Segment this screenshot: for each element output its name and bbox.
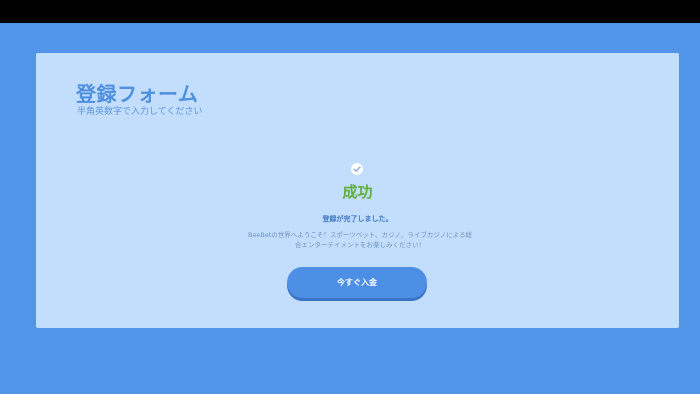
registration-complete-message: 登録が完了しました。 bbox=[322, 215, 393, 223]
success-status: 成功 bbox=[342, 183, 373, 201]
top-black-bar bbox=[0, 0, 700, 23]
form-subtitle: 半角英数字で入力してください bbox=[77, 107, 203, 117]
registration-card: 登録フォーム 半角英数字で入力してください 成功 登録が完了しました。 BeeB… bbox=[36, 53, 679, 328]
form-title: 登録フォーム bbox=[76, 82, 199, 106]
deposit-now-button[interactable]: 今すぐ入金 bbox=[287, 267, 427, 298]
welcome-description: BeeBetの世界へようこそ！スポーツベット、カジノ、ライブカジノによる総合エン… bbox=[247, 231, 473, 249]
check-circle-icon bbox=[351, 163, 363, 175]
